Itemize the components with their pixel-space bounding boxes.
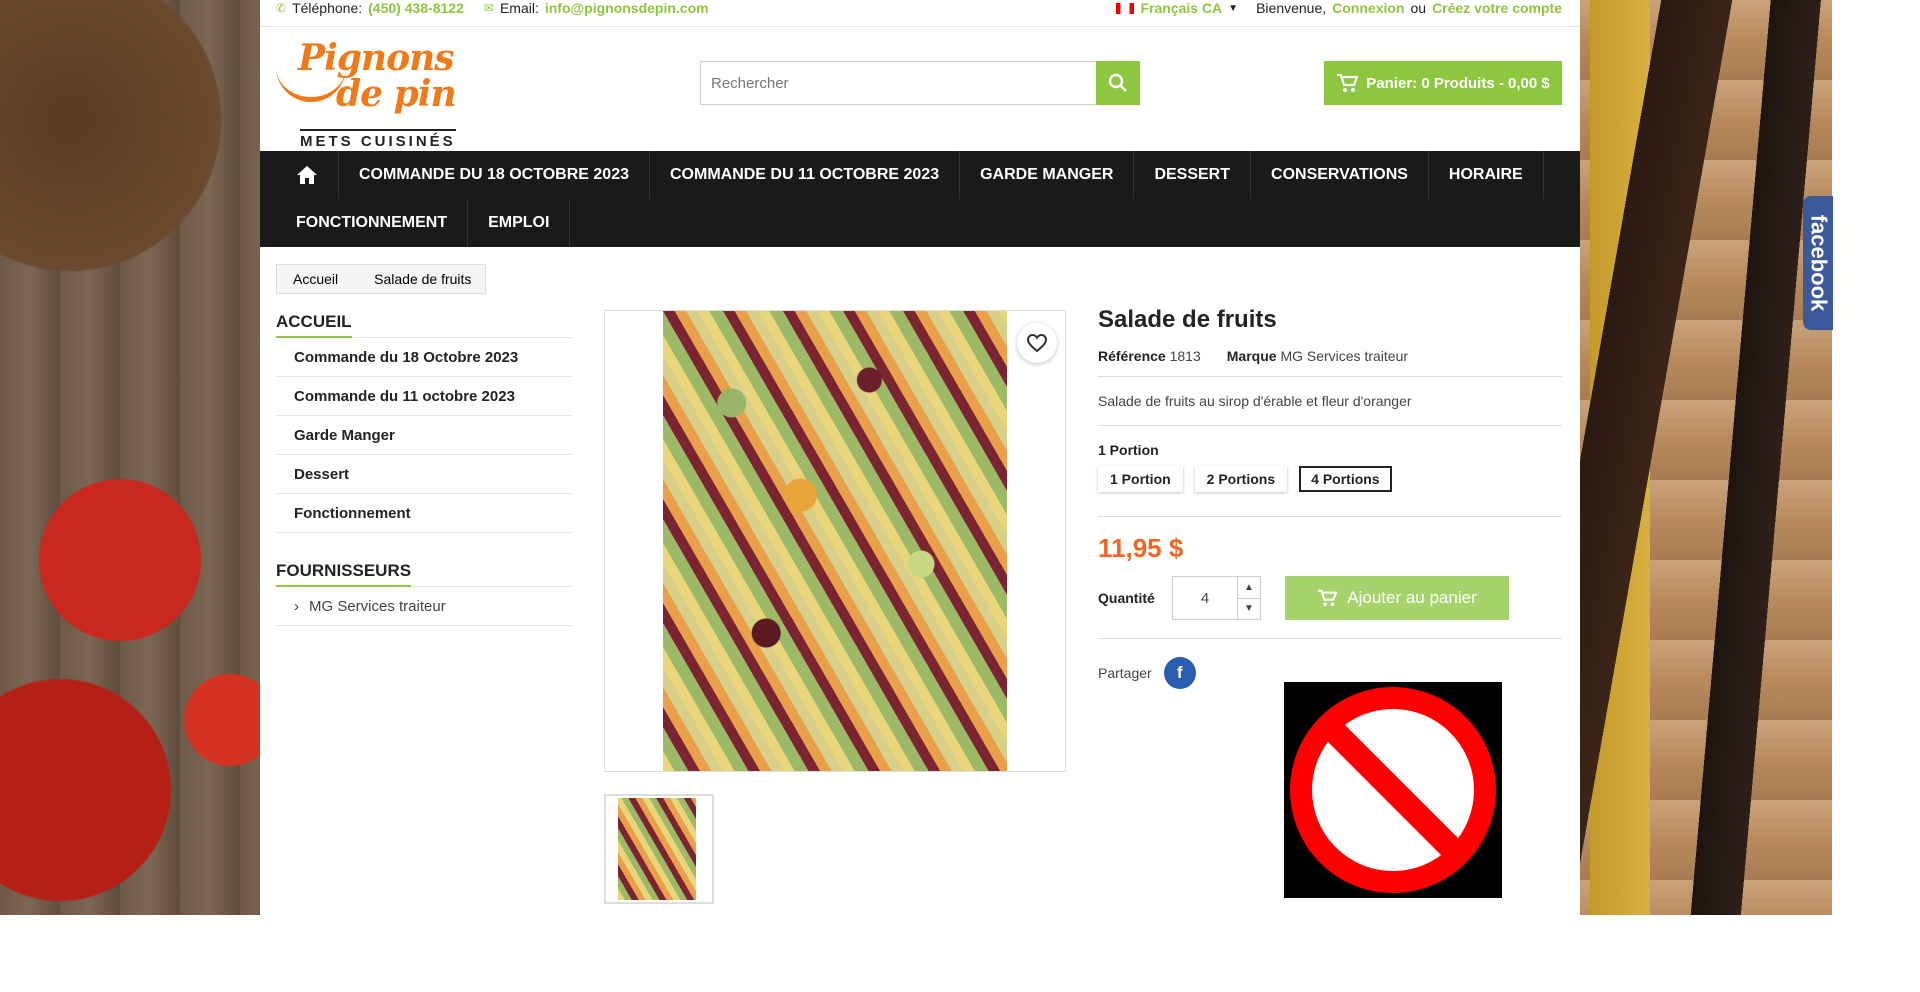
sidebar-categories-title[interactable]: ACCUEIL (276, 312, 352, 338)
variant-option[interactable]: 2 Portions (1194, 466, 1288, 492)
cart-button[interactable]: Panier: 0 Produits - 0,00 $ (1324, 61, 1562, 105)
search-bar (700, 61, 1140, 105)
fruit-salad-photo (663, 311, 1007, 771)
quantity-label: Quantité (1098, 590, 1155, 606)
search-icon (1108, 73, 1127, 92)
chevron-down-icon[interactable]: ▼ (1228, 3, 1238, 14)
sidebar-item[interactable]: Fonctionnement (276, 494, 572, 533)
cart-label: Panier: 0 Produits - 0,00 $ (1366, 74, 1550, 92)
user-links: Français CA ▼ Bienvenue, Connexion ou Cr… (1116, 0, 1562, 16)
nav-item-garde-manger[interactable]: GARDE MANGER (960, 151, 1135, 199)
product-details: Salade de fruits Référence 1813 Marque M… (1098, 306, 1562, 689)
product-description: Salade de fruits au sirop d'érable et fl… (1098, 393, 1412, 409)
reference-label: Référence (1098, 348, 1166, 364)
supplier-label: MG Services traiteur (309, 597, 446, 615)
nav-item-dessert[interactable]: DESSERT (1134, 151, 1252, 199)
decrement-icon[interactable]: ▼ (1238, 599, 1260, 620)
contact-info: ✆ Téléphone: (450) 438-8122 ✉ Email: inf… (276, 0, 709, 16)
breadcrumb-home[interactable]: Accueil (277, 265, 355, 293)
facebook-tab-label: facebook (1806, 214, 1831, 312)
product-meta: Référence 1813 Marque MG Services traite… (1098, 348, 1562, 364)
heart-icon (1026, 333, 1048, 353)
brand-label: Marque (1226, 348, 1277, 364)
site-logo[interactable]: Pignons de pin METS CUISINÉS (276, 37, 457, 150)
breadcrumb: Accueil Salade de fruits (276, 264, 487, 294)
login-link[interactable]: Connexion (1332, 0, 1404, 16)
share-label: Partager (1098, 665, 1152, 681)
sidebar-item[interactable]: Dessert (276, 455, 572, 494)
main-navigation: COMMANDE DU 18 OCTOBRE 2023 COMMANDE DU … (260, 151, 1580, 247)
home-icon (297, 166, 317, 184)
top-bar: ✆ Téléphone: (450) 438-8122 ✉ Email: inf… (260, 0, 1580, 27)
cart-icon (1337, 73, 1359, 92)
product-price: 11,95 $ (1098, 533, 1184, 563)
breadcrumb-current: Salade de fruits (354, 265, 486, 293)
product-title: Salade de fruits (1098, 306, 1277, 333)
canada-flag-icon (1116, 2, 1135, 14)
phone-number[interactable]: (450) 438-8122 (368, 0, 464, 16)
nav-item-horaire[interactable]: HORAIRE (1429, 151, 1544, 199)
register-link[interactable]: Créez votre compte (1432, 0, 1562, 16)
nav-row-2: FONCTIONNEMENT EMPLOI (260, 199, 1580, 247)
welcome-text: Bienvenue, (1256, 0, 1327, 16)
language-selector[interactable]: Français CA (1140, 0, 1222, 16)
page-container: ✆ Téléphone: (450) 438-8122 ✉ Email: inf… (260, 0, 1580, 915)
background-right-image (1580, 0, 1832, 915)
header: Pignons de pin METS CUISINÉS Panier: 0 P… (260, 27, 1580, 151)
facebook-share-icon[interactable]: f (1163, 657, 1196, 689)
search-input[interactable] (700, 61, 1096, 105)
nav-item-emploi[interactable]: EMPLOI (468, 199, 571, 247)
sidebar: ACCUEIL Commande du 18 Octobre 2023 Comm… (276, 312, 572, 626)
email-link[interactable]: info@pignonsdepin.com (545, 0, 709, 16)
sidebar-suppliers-title: FOURNISSEURS (276, 561, 412, 587)
logo-line2: de pin (336, 73, 457, 115)
quantity-row: Quantité 4 ▲ ▼ Ajouter au panier (1098, 576, 1562, 620)
mail-icon: ✉ (483, 1, 494, 15)
variant-selector: 1 Portion 2 Portions 4 Portions (1098, 466, 1562, 492)
search-button[interactable] (1096, 61, 1140, 105)
product-main-image[interactable] (604, 310, 1066, 772)
product-thumbnail[interactable] (604, 794, 714, 904)
chevron-right-icon: › (294, 597, 299, 615)
facebook-side-tab[interactable]: facebook (1803, 196, 1833, 330)
increment-icon[interactable]: ▲ (1238, 577, 1260, 599)
variant-option[interactable]: 1 Portion (1098, 466, 1183, 492)
wishlist-button[interactable] (1017, 323, 1057, 363)
brand-value[interactable]: MG Services traiteur (1280, 348, 1408, 364)
supplier-item[interactable]: › MG Services traiteur (276, 587, 572, 626)
prohibited-sign-icon (1284, 682, 1502, 898)
nav-item-commande-18[interactable]: COMMANDE DU 18 OCTOBRE 2023 (339, 151, 650, 199)
sidebar-item[interactable]: Garde Manger (276, 416, 572, 455)
thumbnail-photo (618, 798, 696, 900)
variant-label: 1 Portion (1098, 442, 1159, 458)
nav-row-1: COMMANDE DU 18 OCTOBRE 2023 COMMANDE DU … (260, 151, 1580, 199)
quantity-stepper: ▲ ▼ (1238, 576, 1261, 620)
email-label: Email: (499, 0, 539, 16)
sidebar-item[interactable]: Commande du 18 Octobre 2023 (276, 338, 572, 377)
or-text: ou (1410, 0, 1427, 16)
nav-item-fonctionnement[interactable]: FONCTIONNEMENT (276, 199, 469, 247)
cart-icon (1318, 589, 1338, 607)
phone-label: Téléphone: (292, 0, 363, 16)
nav-item-conservations[interactable]: CONSERVATIONS (1251, 151, 1429, 199)
nav-home[interactable] (276, 151, 339, 199)
add-to-cart-label: Ajouter au panier (1347, 588, 1477, 607)
background-left-image (0, 0, 260, 915)
logo-tagline: METS CUISINÉS (300, 129, 456, 150)
sidebar-item[interactable]: Commande du 11 octobre 2023 (276, 377, 572, 416)
variant-option-selected[interactable]: 4 Portions (1299, 466, 1392, 492)
nav-item-commande-11[interactable]: COMMANDE DU 11 OCTOBRE 2023 (650, 151, 961, 199)
add-to-cart-button[interactable]: Ajouter au panier (1285, 576, 1509, 620)
phone-icon: ✆ (276, 1, 287, 15)
reference-value: 1813 (1169, 348, 1201, 364)
quantity-input[interactable]: 4 (1172, 576, 1238, 620)
